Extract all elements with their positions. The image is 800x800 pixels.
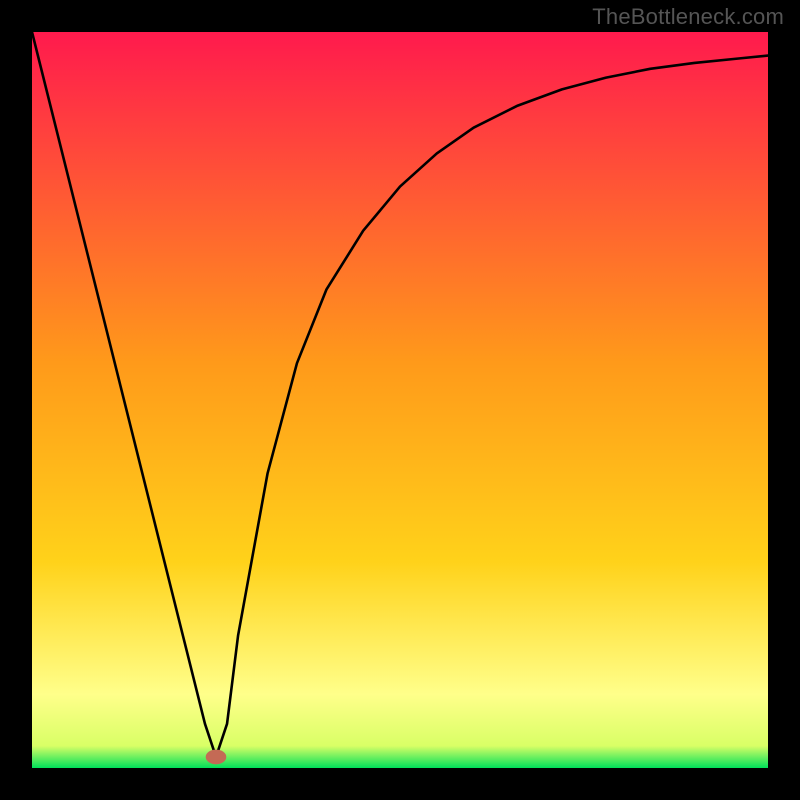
watermark-text: TheBottleneck.com bbox=[592, 4, 784, 30]
plot-area bbox=[32, 32, 768, 768]
chart-frame: TheBottleneck.com bbox=[0, 0, 800, 800]
chart-svg bbox=[32, 32, 768, 768]
optimum-marker bbox=[206, 750, 227, 765]
chart-background bbox=[32, 32, 768, 768]
